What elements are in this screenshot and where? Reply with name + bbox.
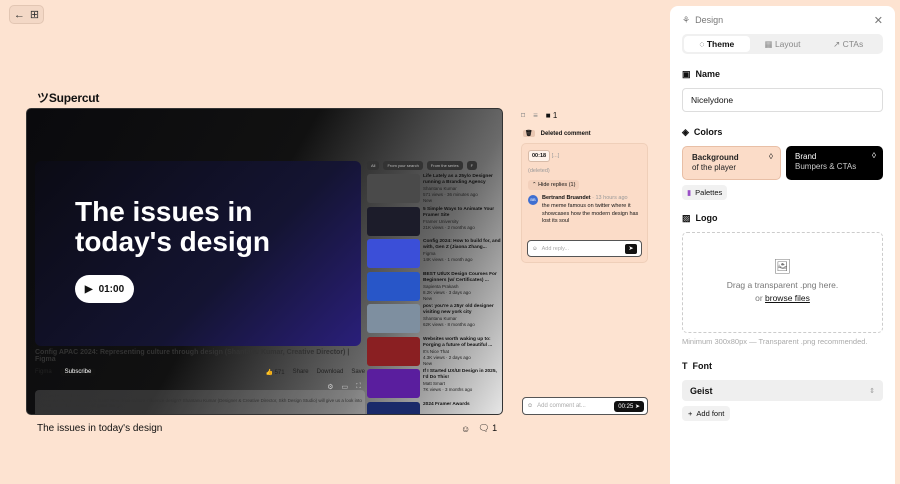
back-arrow-icon: ← — [13, 8, 25, 21]
related-video-item[interactable]: Config 2024: How to build for, and with,… — [367, 239, 502, 272]
panel-title: Design — [695, 15, 724, 25]
send-button[interactable]: ➤ — [625, 243, 637, 254]
video-thumbnail[interactable] — [367, 369, 420, 398]
video-thumbnail[interactable] — [367, 239, 420, 268]
save-button[interactable]: Save — [351, 369, 365, 375]
related-video-item[interactable]: 2024 Framer Awards — [367, 401, 502, 414]
comment-timestamp[interactable]: 00:18 — [528, 150, 551, 162]
supercut-logo: ツSupercut — [37, 91, 100, 105]
video-frame: The issues in today's design ▶ 01:00 ⚙ ▭ ⛶ — [35, 161, 361, 391]
related-video-item[interactable]: pov: you're a 25yr old designer visiting… — [367, 304, 502, 337]
name-input[interactable]: Nicelydone — [682, 88, 883, 112]
browse-files-link[interactable]: browse files — [765, 293, 810, 303]
add-font-button[interactable]: + Add font — [682, 406, 731, 421]
hide-replies-button[interactable]: ⌃ Hide replies (1) — [528, 180, 580, 190]
related-videos: All From your search From the series F Life… — [367, 161, 502, 414]
logo-dropzone[interactable]: 🖼 Drag a transparent .png here. or brows… — [682, 232, 883, 333]
related-video-item[interactable]: 5 Simple Ways to Animate Your Framer Sit… — [367, 206, 502, 240]
video-thumbnail[interactable] — [367, 206, 420, 236]
comment-header: Deleted comment — [540, 130, 591, 137]
bookmark-icon[interactable]: ⌑ — [521, 111, 525, 120]
drop-icon: ◊ — [769, 152, 773, 161]
related-video-item[interactable]: Life Lately as a 25y/o Designer running … — [367, 174, 502, 207]
chip[interactable]: From your search — [383, 161, 423, 170]
video-title-overlay: The issues in today's design — [75, 196, 270, 257]
list-icon[interactable]: ≡ — [533, 111, 538, 120]
palette-icon: ▮ — [687, 188, 692, 197]
background-color-picker[interactable]: Background of the player ◊ — [682, 146, 781, 180]
design-icon: ⚘ — [682, 14, 691, 25]
chip[interactable]: F — [466, 161, 478, 170]
play-icon: ▶ — [84, 283, 93, 295]
comment-thread: 00:18 [...] (deleted) ⌃ Hide replies (1)… — [521, 143, 648, 263]
tab-ctas[interactable]: ↗ CTAs — [815, 36, 881, 52]
emoji-icon[interactable]: ☺ — [527, 403, 533, 409]
video-thumbnail[interactable] — [367, 336, 420, 366]
drop-icon: ◊ — [872, 151, 876, 160]
video-description: 8K views 4 months ago How does design inf… — [35, 390, 365, 414]
send-at-time-button[interactable]: 00:25 ➤ — [614, 400, 644, 412]
plus-icon: + — [688, 409, 693, 418]
emoji-icon[interactable]: ☺ — [461, 424, 470, 434]
related-video-item[interactable]: Websites worth waking up to: Forging a f… — [367, 336, 502, 370]
video-thumbnail[interactable] — [367, 174, 420, 203]
logo-hint: Minimum 300x80px — Transparent .png reco… — [682, 337, 868, 346]
share-button[interactable]: Share — [293, 369, 309, 375]
video-player[interactable]: The issues in today's design ▶ 01:00 ⚙ ▭ ⛶ … — [26, 108, 503, 415]
video-thumbnail[interactable] — [367, 271, 420, 301]
avatar: BB — [528, 195, 538, 205]
related-video-item[interactable]: BEST UI/UX Design Courses For Beginners … — [367, 271, 502, 305]
font-select[interactable]: Geist ⇕ — [682, 380, 883, 401]
video-thumbnail[interactable] — [367, 401, 420, 414]
brand-color-picker[interactable]: Brand Bumpers & CTAs ◊ — [786, 146, 883, 180]
comment-count[interactable]: 🗨 1 — [478, 423, 497, 434]
video-info: Config APAC 2024: Representing culture t… — [35, 349, 365, 414]
grid-icon: ⊞ — [29, 9, 40, 21]
chevron-updown-icon: ⇕ — [869, 387, 875, 395]
download-button[interactable]: Download — [317, 369, 344, 375]
chip[interactable]: All — [367, 161, 380, 170]
design-panel: ⚘ Design ✕ ◌ Theme ▦ Layout ↗ CTAs ▣ Name Nic… — [670, 6, 895, 484]
chip[interactable]: From the series — [426, 161, 463, 170]
image-icon: ▨ — [682, 212, 691, 223]
play-button[interactable]: ▶ 01:00 — [75, 275, 134, 303]
add-comment-input[interactable]: ☺ Add comment at... 00:25 ➤ — [522, 397, 648, 415]
colors-icon: ◈ — [682, 126, 689, 137]
like-button[interactable]: 👍 571 — [265, 369, 284, 376]
tab-layout[interactable]: ▦ Layout — [750, 36, 816, 52]
image-icon: 🖼 — [773, 258, 792, 274]
font-icon: T — [682, 361, 688, 371]
video-caption-title: The issues in today's design — [37, 423, 163, 434]
trash-icon: 🗑 — [523, 130, 535, 137]
emoji-icon[interactable]: ☺ — [532, 246, 538, 252]
related-video-item[interactable]: If I Started UX/UI Design in 2025, I'd D… — [367, 369, 502, 402]
close-icon[interactable]: ✕ — [874, 14, 883, 27]
comments-tab[interactable]: ■ 1 — [546, 111, 558, 120]
name-icon: ▣ — [682, 68, 691, 79]
tab-theme[interactable]: ◌ Theme — [684, 36, 750, 52]
back-button[interactable]: ← ⊞ — [9, 5, 44, 24]
reply-input[interactable]: ☺ Add reply... ➤ — [527, 240, 642, 257]
palettes-button[interactable]: ▮ Palettes — [682, 185, 728, 200]
video-thumbnail[interactable] — [367, 304, 420, 333]
subscribe-button[interactable]: Subscribe — [59, 368, 97, 376]
